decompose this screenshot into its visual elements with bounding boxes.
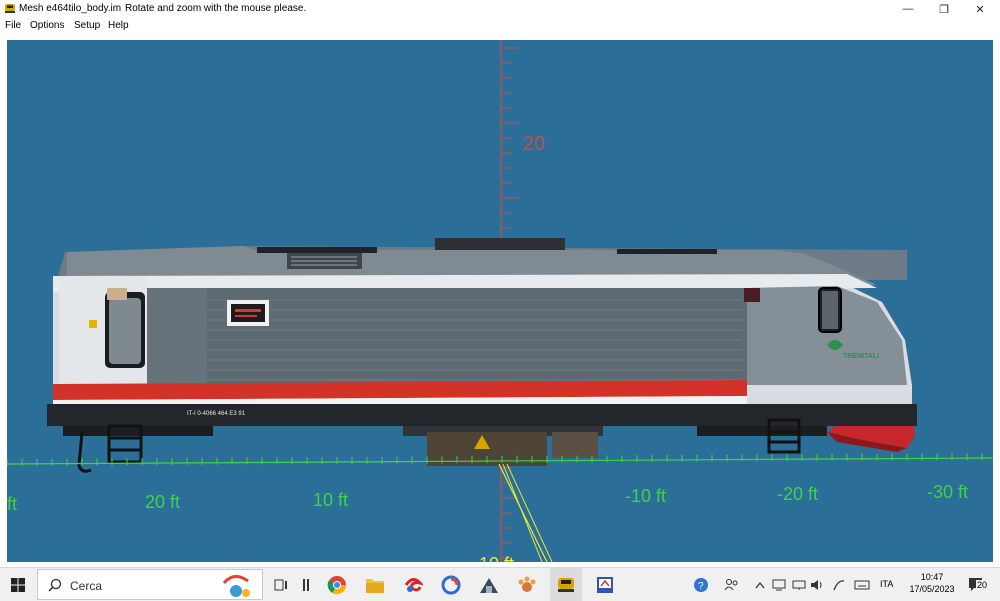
app-editor-button[interactable] xyxy=(590,568,620,601)
restore-icon: ❐ xyxy=(939,3,949,16)
axis-label-minus-10ft: -10 ft xyxy=(625,486,666,506)
tray-network-button[interactable] xyxy=(790,568,808,601)
window-hint: Rotate and zoom with the mouse please. xyxy=(125,3,307,14)
svg-text:?: ? xyxy=(698,581,704,592)
tray-help-button[interactable]: ? xyxy=(690,568,712,601)
menu-help[interactable]: Help xyxy=(108,20,129,31)
windows-logo-icon xyxy=(11,577,25,592)
window-title: Mesh e464tilo_body.im xyxy=(19,3,122,14)
notification-count: 20 xyxy=(976,580,989,590)
monitor-icon xyxy=(772,579,786,590)
mesh-render: 20 TRENITALI IT-I 0-4066 464 E3 91 ft 20… xyxy=(7,40,993,562)
mesh-viewer-taskbar-button[interactable] xyxy=(550,568,582,601)
station-icon xyxy=(480,577,498,593)
paw-icon xyxy=(518,576,536,592)
minimize-icon: — xyxy=(902,3,914,15)
title-bar: Mesh e464tilo_body.im Rotate and zoom wi… xyxy=(0,0,1000,18)
chrome-taskbar-button[interactable] xyxy=(322,568,352,601)
tray-volume-button[interactable] xyxy=(808,568,826,601)
help-icon: ? xyxy=(694,577,708,592)
chrome-icon xyxy=(327,575,346,594)
app-blue-circle-button[interactable] xyxy=(436,568,466,601)
clock-date: 17/05/2023 xyxy=(909,584,955,594)
people-icon xyxy=(724,578,738,590)
network-icon xyxy=(792,580,806,590)
menu-options[interactable]: Options xyxy=(30,20,64,31)
pen-icon xyxy=(833,579,845,590)
language-indicator[interactable]: ITA xyxy=(880,579,893,589)
search-icon xyxy=(48,578,62,592)
clock-time: 10:47 xyxy=(920,572,944,582)
minimize-button[interactable]: — xyxy=(890,0,926,18)
axis-label-10ft: 10 ft xyxy=(313,490,348,510)
tray-display-button[interactable] xyxy=(770,568,788,601)
chevron-up-icon xyxy=(755,581,765,588)
notification-center-button[interactable]: 20 xyxy=(962,568,992,601)
restore-button[interactable]: ❐ xyxy=(926,0,962,18)
editor-icon xyxy=(597,576,613,593)
keyboard-icon xyxy=(854,580,870,589)
depth-axis: -10 ft xyxy=(473,463,553,562)
axis-label-20ft: 20 ft xyxy=(145,492,180,512)
app-station-button[interactable] xyxy=(474,568,504,601)
app-red-swirl-button[interactable] xyxy=(398,568,428,601)
speaker-icon xyxy=(811,579,822,590)
close-icon: ✕ xyxy=(975,3,985,16)
blue-circle-icon xyxy=(441,575,461,594)
locomotive-icon xyxy=(558,577,574,592)
svg-text:IT-I 0-4066 464 E3 91: IT-I 0-4066 464 E3 91 xyxy=(187,411,246,417)
tray-overflow-button[interactable] xyxy=(752,568,768,601)
search-placeholder: Cerca xyxy=(70,579,103,593)
folder-icon xyxy=(366,578,384,593)
pause-bars-icon xyxy=(303,578,309,591)
file-explorer-button[interactable] xyxy=(360,568,390,601)
vertical-axis-label: 20 xyxy=(523,133,545,155)
clock[interactable]: 10:47 17/05/2023 xyxy=(908,571,956,595)
red-swirl-icon xyxy=(404,577,423,592)
locomotive-app-icon xyxy=(5,4,15,13)
mesh-viewport[interactable]: 20 TRENITALI IT-I 0-4066 464 E3 91 ft 20… xyxy=(7,40,993,562)
close-button[interactable]: ✕ xyxy=(962,0,998,18)
task-view-button[interactable] xyxy=(268,568,294,601)
depth-axis-label: -10 ft xyxy=(473,554,514,562)
locomotive-mesh: TRENITALI IT-I 0-4066 464 E3 91 xyxy=(47,238,917,473)
task-view-icon xyxy=(274,579,287,590)
menu-bar: File Options Setup Help xyxy=(0,18,1000,34)
widgets-button[interactable] xyxy=(296,568,316,601)
axis-label-minus-30ft: -30 ft xyxy=(927,482,968,502)
menu-setup[interactable]: Setup xyxy=(74,20,100,31)
search-input[interactable]: Cerca xyxy=(37,569,263,600)
tray-keyboard-button[interactable] xyxy=(852,568,872,601)
taskbar: Cerca ? ITA 10:47 17/05/2023 20 xyxy=(0,567,1000,601)
tray-people-button[interactable] xyxy=(720,568,742,601)
axis-label-ft: ft xyxy=(7,494,17,514)
axis-label-minus-20ft: -20 ft xyxy=(777,484,818,504)
tray-pen-button[interactable] xyxy=(830,568,848,601)
start-button[interactable] xyxy=(0,568,36,601)
svg-text:TRENITALI: TRENITALI xyxy=(843,353,879,360)
menu-file[interactable]: File xyxy=(5,20,21,31)
search-highlight-icon xyxy=(222,575,250,597)
app-paw-button[interactable] xyxy=(512,568,542,601)
